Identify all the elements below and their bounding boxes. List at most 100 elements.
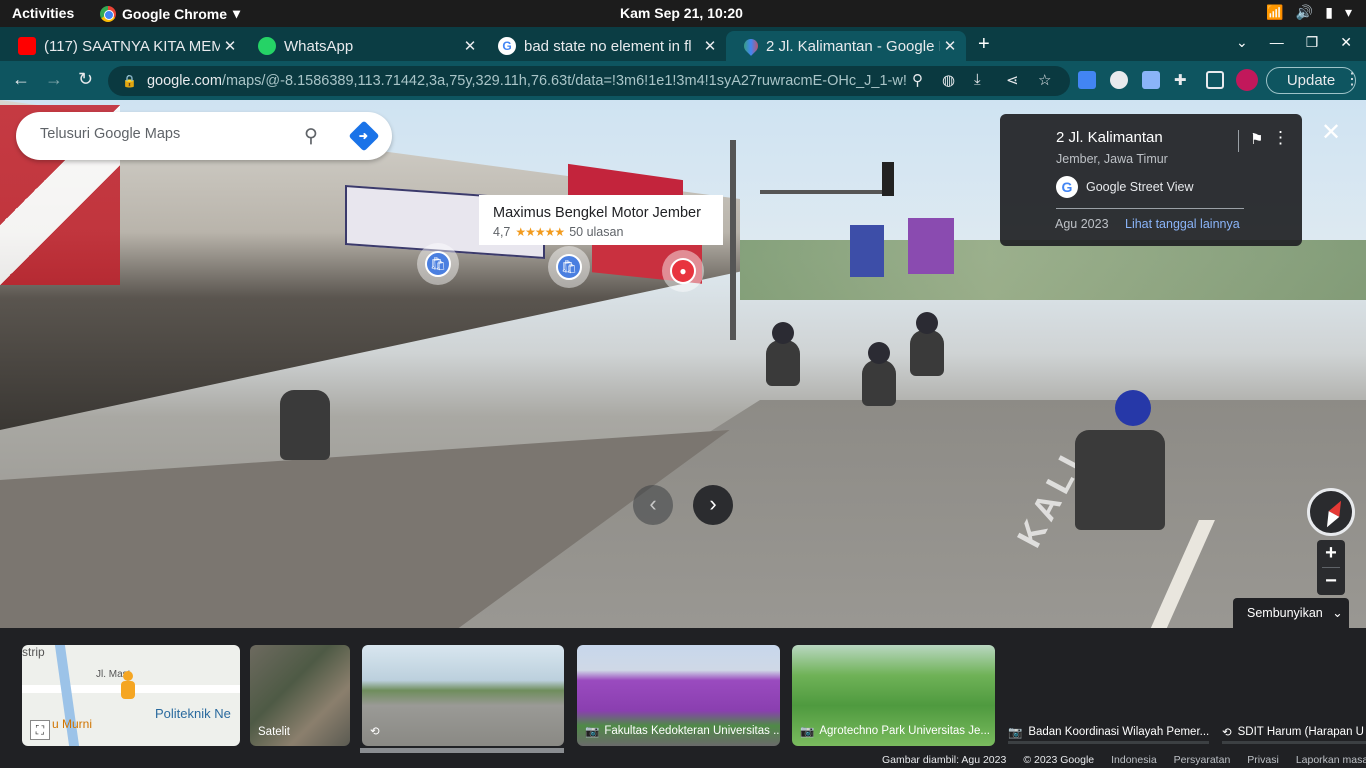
menu-dots-icon[interactable]: ⋮ — [1344, 69, 1360, 89]
bookmark-star-icon[interactable]: ☆ — [1038, 71, 1051, 89]
chevron-down-icon[interactable]: ⌄ — [1236, 34, 1248, 51]
satellite-thumbnail[interactable]: Satelit — [250, 645, 350, 746]
more-options-icon[interactable]: ⋮ — [1272, 128, 1289, 148]
expand-icon[interactable]: ⛶ — [30, 720, 50, 740]
chevron-right-icon: › — [709, 491, 717, 516]
url-text[interactable]: google.com/maps/@-8.1586389,113.71442,3a… — [147, 73, 907, 89]
install-icon[interactable]: ⤓ — [974, 71, 981, 88]
chevron-down-icon: ▾ — [1344, 4, 1352, 20]
place-name: Maximus Bengkel Motor Jember — [493, 205, 701, 221]
map-label: u Murni — [52, 717, 93, 731]
street-view-thumbnail[interactable]: ⟲ — [362, 645, 564, 746]
tab-title: WhatsApp — [284, 37, 354, 55]
wifi-icon: 📶 — [1266, 4, 1284, 20]
rating-stars: ★★★★★ — [515, 225, 565, 239]
extension-icon[interactable] — [1110, 71, 1128, 89]
thumbnail-caption: 📷 Fakultas Kedokteran Universitas ... — [585, 724, 780, 738]
motorcycle — [862, 342, 896, 406]
billboard — [850, 225, 884, 277]
tab-search[interactable]: G bad state no element in fl ✕ — [480, 31, 726, 61]
minimize-icon[interactable]: — — [1270, 34, 1284, 51]
report-problem-link[interactable]: Laporkan masalah — [1296, 754, 1366, 768]
see-more-dates-link[interactable]: Lihat tanggal lainnya — [1125, 217, 1240, 231]
app-menu[interactable]: Google Chrome ▾ — [100, 5, 240, 22]
share-icon[interactable]: ⋖ — [1006, 71, 1019, 89]
directions-icon[interactable]: ➜ — [348, 120, 380, 152]
rating-value: 4,7 — [493, 225, 511, 239]
selected-indicator — [360, 748, 564, 753]
map-label: strip — [22, 645, 45, 659]
forward-icon[interactable]: → — [45, 69, 63, 90]
close-icon[interactable]: ✕ — [700, 37, 720, 55]
search-icon[interactable]: ⚲ — [304, 125, 318, 148]
google-icon: G — [498, 37, 516, 55]
capture-date-footer: Gambar diambil: Agu 2023 — [882, 754, 1007, 766]
pegman-icon[interactable] — [114, 671, 142, 705]
previous-image-button[interactable]: ‹ — [633, 485, 673, 525]
minimap[interactable]: strip Jl. Mast Politeknik Ne u Murni ⛶ — [22, 645, 240, 746]
volume-icon: 🔊 — [1295, 4, 1314, 20]
street-view-info-panel: 2 Jl. Kalimantan ⚑ ⋮ Jember, Jawa Timur … — [1000, 114, 1302, 246]
source-attribution: G Google Street View — [1056, 176, 1193, 198]
address-title: 2 Jl. Kalimantan — [1056, 129, 1163, 146]
location-pin-icon: ● — [670, 258, 696, 284]
thumbnail-caption: 📷 Agrotechno Park Universitas Je... — [800, 724, 990, 738]
address-bar[interactable]: 🔒 google.com/maps/@-8.1586389,113.71442,… — [108, 66, 1070, 96]
close-icon[interactable]: ✕ — [460, 37, 480, 55]
zoom-in-button[interactable]: + — [1317, 540, 1345, 567]
system-tray[interactable]: 📶 🔊 ▮ ▾ — [1266, 4, 1352, 21]
reload-icon[interactable]: ↻ — [78, 69, 93, 90]
app-name: Google Chrome — [122, 5, 228, 22]
photo-thumbnail[interactable]: 📷 Badan Koordinasi Wilayah Pemer... — [1008, 724, 1209, 744]
maximize-icon[interactable]: ❐ — [1306, 34, 1319, 51]
close-street-view-button[interactable]: ✕ — [1321, 118, 1341, 147]
photo-thumbnail[interactable]: ⟲ SDIT Harum (Harapan U — [1222, 724, 1366, 744]
next-image-button[interactable]: › — [693, 485, 733, 525]
photo-thumbnail[interactable]: 📷 Fakultas Kedokteran Universitas ... — [577, 645, 780, 746]
zoom-control: + − — [1317, 540, 1345, 595]
compass-button[interactable] — [1307, 488, 1355, 536]
photo-thumbnail[interactable]: 📷 Agrotechno Park Universitas Je... — [792, 645, 995, 746]
hide-imagery-button[interactable]: Sembunyikan ⌄ — [1233, 598, 1349, 628]
shopping-place-marker[interactable]: 🛍 — [548, 246, 590, 288]
zoom-out-button[interactable]: − — [1317, 568, 1345, 595]
caption-text: Agrotechno Park Universitas Je... — [819, 725, 990, 737]
location-pin-icon[interactable]: ⚑ — [1250, 130, 1263, 148]
tab-whatsapp[interactable]: WhatsApp ✕ — [240, 31, 486, 61]
back-icon[interactable]: ← — [12, 69, 30, 90]
search-input[interactable] — [40, 126, 290, 142]
puzzle-icon[interactable]: ✚ — [1174, 71, 1192, 89]
traffic-light — [882, 162, 894, 196]
billboard — [908, 218, 954, 274]
place-label-card[interactable]: Maximus Bengkel Motor Jember 4,7 ★★★★★ 5… — [479, 195, 723, 245]
tab-google-maps[interactable]: 2 Jl. Kalimantan - Google M ✕ — [726, 31, 966, 61]
profile-avatar[interactable] — [1236, 69, 1258, 91]
clock[interactable]: Kam Sep 21, 10:20 — [620, 5, 743, 21]
close-icon[interactable]: ✕ — [220, 37, 240, 55]
system-top-bar: Activities Google Chrome ▾ Kam Sep 21, 1… — [0, 0, 1366, 27]
country-link[interactable]: Indonesia — [1111, 754, 1157, 768]
camera-icon: 📷 — [1008, 726, 1023, 739]
side-panel-icon[interactable] — [1206, 71, 1224, 89]
lock-icon[interactable]: 🔒 — [122, 74, 137, 88]
translate-extension-icon[interactable] — [1078, 71, 1096, 89]
update-button[interactable]: Update — [1266, 67, 1356, 94]
new-tab-button[interactable]: + — [978, 33, 990, 56]
review-count[interactable]: 50 ulasan — [569, 225, 623, 239]
privacy-link[interactable]: Privasi — [1247, 754, 1279, 768]
tab-youtube[interactable]: (117) SAATNYA KITA MEM ✕ — [0, 31, 246, 61]
whatsapp-icon — [258, 37, 276, 55]
selected-place-marker[interactable]: ● — [662, 250, 704, 292]
terms-link[interactable]: Persyaratan — [1174, 754, 1231, 768]
docs-extension-icon[interactable] — [1142, 71, 1160, 89]
location-icon[interactable]: ⚲ — [912, 71, 923, 89]
shopping-place-marker[interactable]: 🛍 — [417, 243, 459, 285]
camera-icon: 📷 — [800, 726, 815, 738]
motorcycle — [910, 312, 944, 376]
chevron-down-icon: ▾ — [233, 5, 241, 21]
utility-pole — [730, 140, 736, 340]
activities-button[interactable]: Activities — [12, 5, 74, 21]
close-icon[interactable]: ✕ — [940, 37, 960, 55]
google-lens-icon[interactable]: ◍ — [942, 71, 955, 89]
close-icon[interactable]: ✕ — [1340, 34, 1352, 51]
